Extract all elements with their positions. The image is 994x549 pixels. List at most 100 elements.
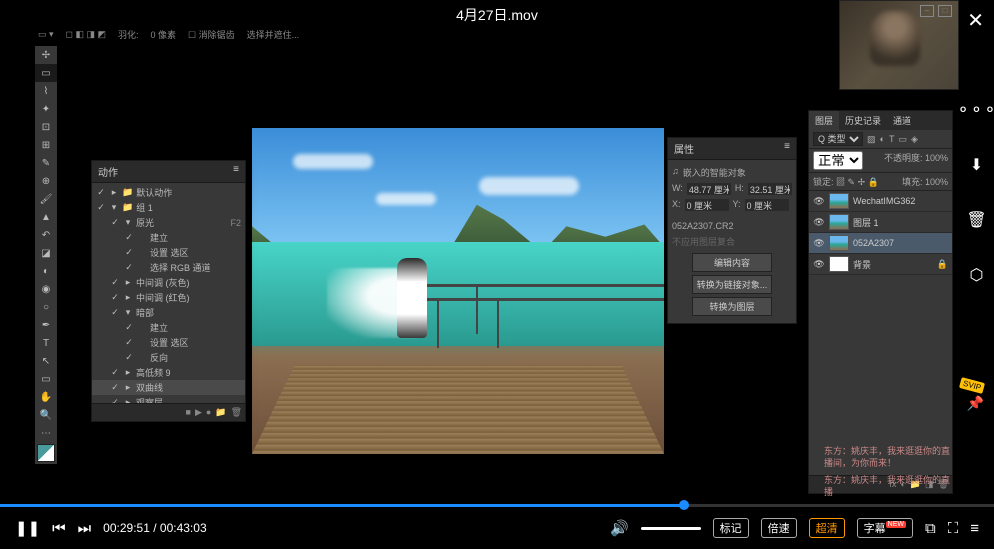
- shape-tool-icon[interactable]: ▭: [35, 370, 57, 388]
- volume-icon[interactable]: 🔊: [610, 519, 629, 537]
- action-item[interactable]: ✓反向: [92, 350, 245, 365]
- filter-text-icon[interactable]: T: [889, 134, 895, 144]
- action-item[interactable]: ✓设置 选区: [92, 245, 245, 260]
- dodge-tool-icon[interactable]: ○: [35, 298, 57, 316]
- lock-icons[interactable]: ▨ ✎ ✢ 🔒: [836, 177, 879, 187]
- fullscreen-icon[interactable]: ⛶: [948, 520, 959, 537]
- subtitle-button[interactable]: 字幕NEW: [857, 518, 913, 538]
- pen-tool-icon[interactable]: ✒: [35, 316, 57, 334]
- selection-mode-icons[interactable]: ◻ ◧ ◨ ◩: [63, 29, 109, 40]
- crop-tool-icon[interactable]: ⊡: [35, 118, 57, 136]
- play-pause-button[interactable]: ❚❚: [15, 519, 40, 537]
- visibility-icon[interactable]: 👁: [813, 196, 825, 207]
- share-icon[interactable]: ⚬⚬⚬: [956, 100, 994, 120]
- zoom-tool-icon[interactable]: 🔍: [35, 406, 57, 424]
- height-input[interactable]: [748, 183, 792, 195]
- filter-shape-icon[interactable]: ▭: [898, 134, 907, 145]
- action-item[interactable]: ✓▸双曲线: [92, 380, 245, 395]
- brush-tool-icon[interactable]: 🖌: [35, 190, 57, 208]
- move-tool-icon[interactable]: ✢: [35, 46, 57, 64]
- panel-menu-icon[interactable]: ≡: [233, 164, 239, 179]
- volume-slider[interactable]: [641, 527, 701, 530]
- layers-tab[interactable]: 通道: [887, 111, 917, 130]
- download-icon[interactable]: ⬇: [970, 155, 983, 175]
- convert-linked-button[interactable]: 转换为链接对象...: [692, 275, 772, 294]
- action-item[interactable]: ✓▸观察层: [92, 395, 245, 403]
- chat-message: 东方：姚庆丰，我来逛逛你的直播: [824, 474, 954, 499]
- color-swatch[interactable]: [37, 444, 55, 462]
- layer-row[interactable]: 👁背景🔒: [809, 254, 952, 275]
- settings-icon[interactable]: ⬡: [970, 265, 984, 285]
- actions-footer-icon[interactable]: 🗑: [231, 407, 242, 418]
- layer-row[interactable]: 👁图层 1: [809, 212, 952, 233]
- tool-preset-icon[interactable]: ▭ ▾: [35, 29, 57, 40]
- hand-tool-icon[interactable]: ✋: [35, 388, 57, 406]
- action-item[interactable]: ✓选择 RGB 通道: [92, 260, 245, 275]
- select-mask-button[interactable]: 选择并遮住...: [244, 28, 303, 41]
- frame-tool-icon[interactable]: ⊞: [35, 136, 57, 154]
- action-item[interactable]: ✓▾暗部: [92, 305, 245, 320]
- action-item[interactable]: ✓▸高低频 9: [92, 365, 245, 380]
- layers-tab[interactable]: 历史记录: [839, 111, 887, 130]
- filter-image-icon[interactable]: ▨: [867, 134, 876, 145]
- feather-value[interactable]: 0 像素: [148, 28, 180, 41]
- actions-footer-icon[interactable]: ■: [186, 407, 191, 418]
- action-item[interactable]: ✓设置 选区: [92, 335, 245, 350]
- actions-footer-icon[interactable]: ▶: [195, 407, 202, 418]
- x-input[interactable]: [685, 199, 729, 211]
- width-input[interactable]: [687, 183, 731, 195]
- filter-adjust-icon[interactable]: ◐: [880, 134, 885, 144]
- layer-row[interactable]: 👁WechatIMG362: [809, 191, 952, 212]
- webcam-maximize-button[interactable]: □: [938, 5, 952, 17]
- visibility-icon[interactable]: 👁: [813, 238, 825, 249]
- action-item[interactable]: ✓▾原光 F2: [92, 215, 245, 230]
- layers-tab[interactable]: 图层: [809, 111, 839, 130]
- lasso-tool-icon[interactable]: ⌇: [35, 82, 57, 100]
- action-item[interactable]: ✓▸📁 默认动作: [92, 185, 245, 200]
- delete-icon[interactable]: 🗑: [966, 210, 986, 230]
- type-tool-icon[interactable]: T: [35, 334, 57, 352]
- pin-icon[interactable]: 📌: [967, 395, 984, 412]
- antialias-checkbox[interactable]: ☐ 消除锯齿: [185, 28, 238, 41]
- blend-mode-select[interactable]: 正常: [813, 151, 863, 170]
- marquee-tool-icon[interactable]: ▭: [35, 64, 57, 82]
- opacity-value[interactable]: 100%: [925, 153, 948, 163]
- action-item[interactable]: ✓▸中间调 (红色): [92, 290, 245, 305]
- action-item[interactable]: ✓▸中间调 (灰色): [92, 275, 245, 290]
- eraser-tool-icon[interactable]: ◪: [35, 244, 57, 262]
- actions-footer-icon[interactable]: ●: [206, 407, 211, 418]
- next-button[interactable]: ⏭: [78, 520, 92, 537]
- heal-tool-icon[interactable]: ⊕: [35, 172, 57, 190]
- visibility-icon[interactable]: 👁: [813, 217, 825, 228]
- filter-smart-icon[interactable]: ◈: [911, 134, 918, 145]
- history-brush-icon[interactable]: ↶: [35, 226, 57, 244]
- action-item[interactable]: ✓建立: [92, 320, 245, 335]
- path-tool-icon[interactable]: ↖: [35, 352, 57, 370]
- more-tools-icon[interactable]: ⋯: [35, 424, 57, 442]
- y-input[interactable]: [745, 199, 789, 211]
- stamp-tool-icon[interactable]: ▲: [35, 208, 57, 226]
- actions-footer-icon[interactable]: 📁: [215, 407, 226, 418]
- panel-menu-icon[interactable]: ≡: [784, 141, 790, 156]
- eyedropper-tool-icon[interactable]: ✎: [35, 154, 57, 172]
- action-item[interactable]: ✓建立: [92, 230, 245, 245]
- blur-tool-icon[interactable]: ◉: [35, 280, 57, 298]
- mark-button[interactable]: 标记: [713, 518, 749, 538]
- speed-button[interactable]: 倍速: [761, 518, 797, 538]
- visibility-icon[interactable]: 👁: [813, 259, 825, 270]
- webcam-minimize-button[interactable]: –: [920, 5, 934, 17]
- photoshop-canvas[interactable]: [252, 128, 664, 454]
- layer-filter-select[interactable]: Q 类型: [813, 132, 863, 146]
- pip-icon[interactable]: ⧉: [925, 520, 936, 537]
- convert-layer-button[interactable]: 转换为图层: [692, 297, 772, 316]
- action-item[interactable]: ✓▾📁 组 1: [92, 200, 245, 215]
- wand-tool-icon[interactable]: ✦: [35, 100, 57, 118]
- layer-row[interactable]: 👁052A2307: [809, 233, 952, 254]
- playlist-icon[interactable]: ≡: [970, 520, 979, 537]
- gradient-tool-icon[interactable]: ◐: [35, 262, 57, 280]
- quality-button[interactable]: 超清: [809, 518, 845, 538]
- close-button[interactable]: ✕: [967, 8, 984, 33]
- prev-button[interactable]: ⏮: [52, 520, 66, 537]
- edit-contents-button[interactable]: 编辑内容: [692, 253, 772, 272]
- fill-value[interactable]: 100%: [925, 177, 948, 187]
